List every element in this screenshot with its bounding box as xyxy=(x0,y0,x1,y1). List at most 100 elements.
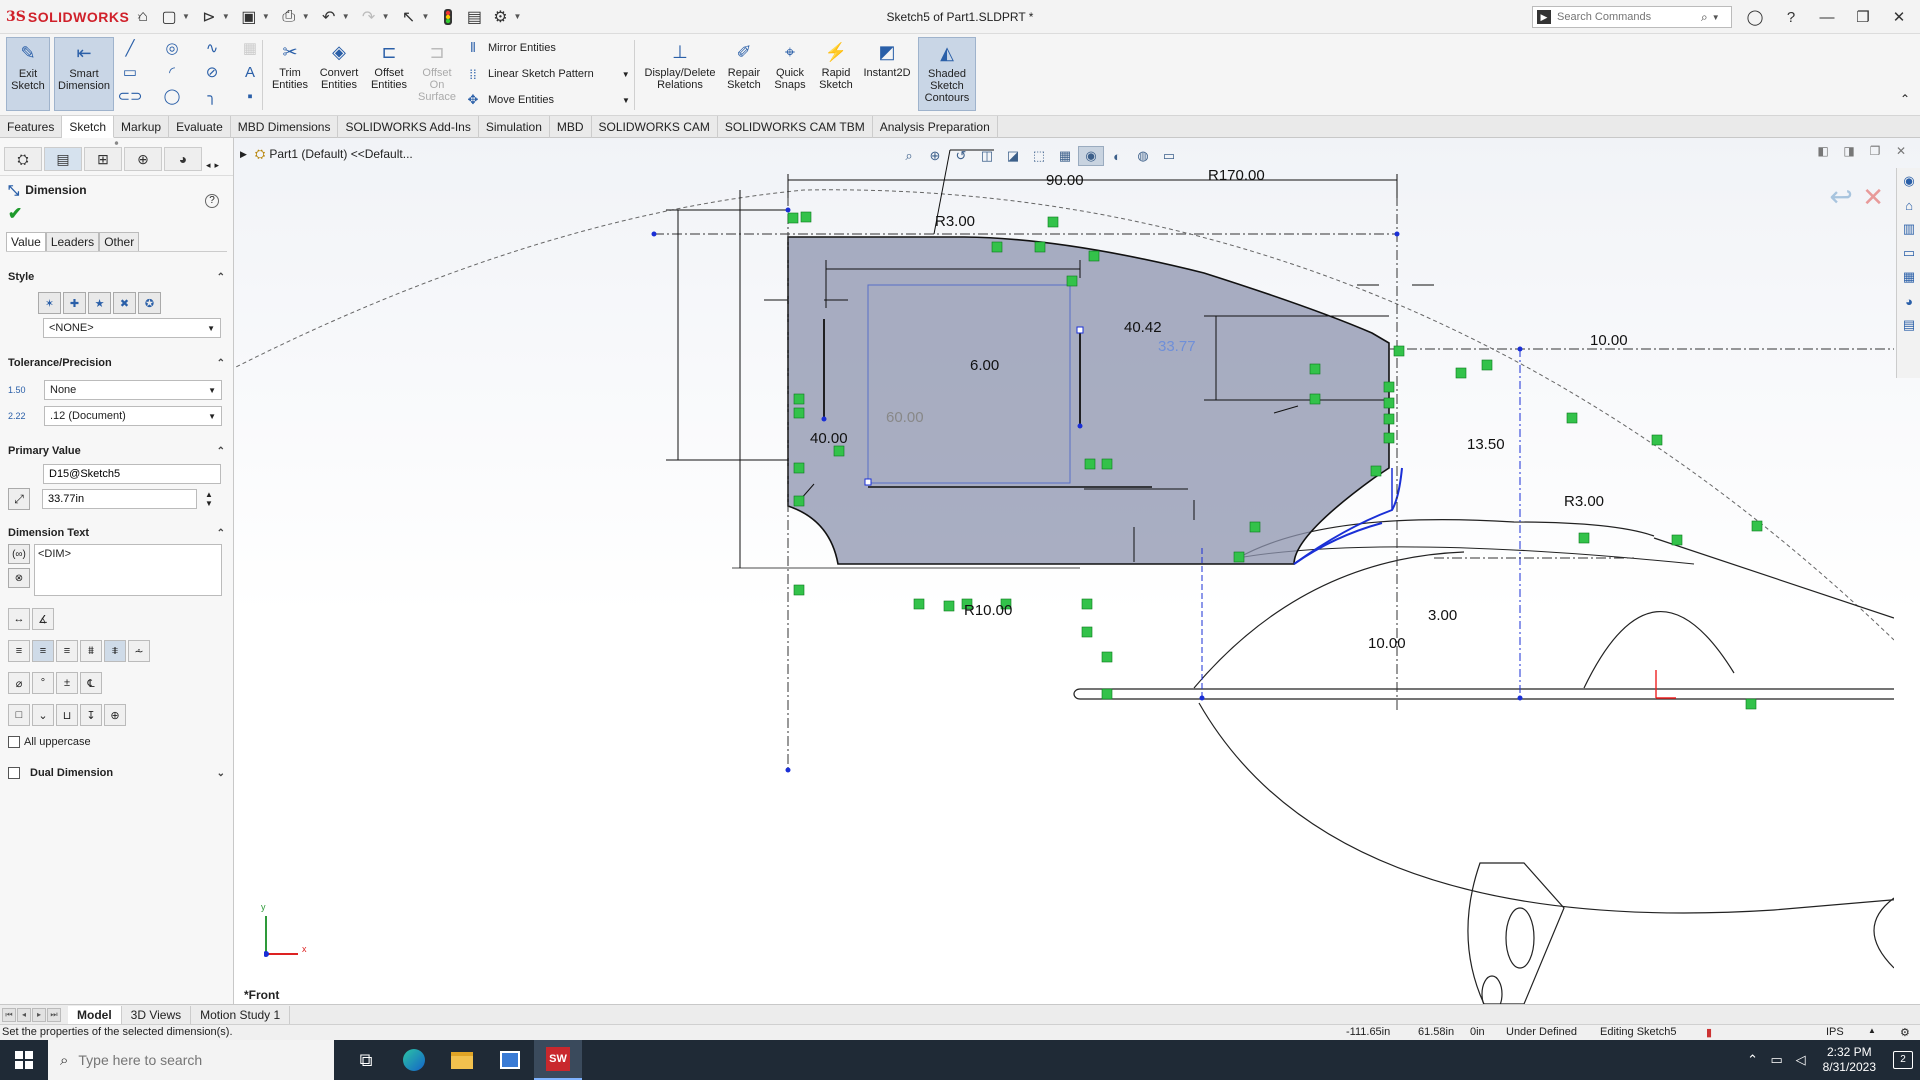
home-icon[interactable]: ⌂ xyxy=(1898,194,1920,216)
sketch-curve[interactable] xyxy=(1198,702,1894,914)
sketch-fillet-icon[interactable]: ▦ xyxy=(240,38,260,58)
display-manager-tab-icon[interactable]: ◕ xyxy=(164,147,202,171)
style-group-header[interactable]: Style ⌃ xyxy=(0,266,233,288)
add-style-icon[interactable]: ✚ xyxy=(63,292,86,314)
open-dropdown-icon[interactable]: ▼ xyxy=(222,12,230,21)
appearances-icon[interactable]: ◕ xyxy=(1898,290,1920,312)
show-hidden-icons-icon[interactable]: ⌃ xyxy=(1741,1052,1765,1068)
customize-status-icon[interactable]: ⚙ xyxy=(1900,1026,1910,1039)
polygon-icon[interactable]: ⊘ xyxy=(202,62,222,82)
apply-default-style-icon[interactable]: ✶ xyxy=(38,292,61,314)
configuration-manager-tab-icon[interactable]: ⊞ xyxy=(84,147,122,171)
unit-system[interactable]: IPS xyxy=(1826,1026,1844,1038)
tab-features[interactable]: Features xyxy=(0,116,63,138)
rail-line[interactable] xyxy=(1073,688,1894,700)
mechanism-hole[interactable] xyxy=(1481,975,1503,1004)
feature-manager-tab-icon[interactable]: ⛭ xyxy=(4,147,42,171)
spin-up-icon[interactable]: ▲ xyxy=(205,490,213,499)
select-icon[interactable]: ↖ xyxy=(396,4,422,30)
shaded-sketch-contours-button[interactable]: ◭ Shaded Sketch Contours xyxy=(918,37,976,111)
dim-10-bottom[interactable]: 10.00 xyxy=(1368,635,1406,652)
tab-motion-study-1[interactable]: Motion Study 1 xyxy=(191,1005,291,1024)
solidworks-resources-icon[interactable]: ◉ xyxy=(1898,170,1920,192)
search-dropdown-icon[interactable]: ▼ xyxy=(1712,13,1720,22)
redo-dropdown-icon[interactable]: ▼ xyxy=(382,12,390,21)
help-icon[interactable]: ? xyxy=(1776,4,1806,30)
linear-sketch-pattern-button[interactable]: ⁞⁞ Linear Sketch Pattern ▼ xyxy=(464,64,629,84)
dim-r170[interactable]: R170.00 xyxy=(1208,167,1265,184)
search-commands[interactable]: ▶ ⌕ ▼ xyxy=(1532,6,1732,28)
dim-33-77[interactable]: 33.77 xyxy=(1158,338,1196,355)
panel-scroll-right-icon[interactable]: ▸ xyxy=(215,160,220,171)
file-explorer-icon[interactable] xyxy=(438,1040,486,1080)
prev-tab-icon[interactable]: ◂ xyxy=(17,1007,31,1022)
quick-snaps-button[interactable]: ⌖ Quick Snaps xyxy=(768,37,812,111)
network-icon[interactable]: ▭ xyxy=(1765,1052,1789,1068)
units-dropdown-icon[interactable]: ▲ xyxy=(1868,1026,1876,1035)
offset-on-surface-button[interactable]: ⊐ Offset On Surface xyxy=(414,37,460,111)
trim-entities-button[interactable]: ✂ Trim Entities xyxy=(268,37,312,111)
dim-r10[interactable]: R10.00 xyxy=(964,602,1012,619)
value-spinner[interactable]: ▲ ▼ xyxy=(205,490,213,508)
plus-minus-symbol-icon[interactable]: ± xyxy=(56,672,78,694)
more-symbols-icon[interactable]: ⊕ xyxy=(104,704,126,726)
options-icon[interactable]: ⚙ xyxy=(487,4,513,30)
justify-center-icon[interactable]: ≡ xyxy=(32,640,54,662)
circle-icon[interactable]: ◎ xyxy=(162,38,182,58)
convert-entities-button[interactable]: ◈ Convert Entities xyxy=(314,37,364,111)
dimension-text-group-header[interactable]: Dimension Text ⌃ xyxy=(0,522,233,544)
dim-40[interactable]: 40.00 xyxy=(810,430,848,447)
tab-markup[interactable]: Markup xyxy=(114,116,170,138)
custom-properties-icon[interactable]: ▤ xyxy=(1898,314,1920,336)
slot-icon[interactable]: ⊂⊃ xyxy=(117,86,142,106)
update-style-icon[interactable]: ★ xyxy=(88,292,111,314)
search-icon[interactable]: ⌕ xyxy=(1701,10,1708,25)
ok-button[interactable]: ✔ xyxy=(0,204,233,228)
design-library-icon[interactable]: ▥ xyxy=(1898,218,1920,240)
start-button[interactable] xyxy=(0,1040,48,1080)
point-icon[interactable]: ▪ xyxy=(240,86,260,106)
select-dropdown-icon[interactable]: ▼ xyxy=(422,12,430,21)
exit-sketch-button[interactable]: ✎ Exit Sketch xyxy=(6,37,50,111)
tab-solidworks-add-ins[interactable]: SOLIDWORKS Add-Ins xyxy=(338,116,479,138)
tab-sketch[interactable]: Sketch xyxy=(62,116,115,138)
dim-3[interactable]: 3.00 xyxy=(1428,607,1457,624)
tolerance-type-select[interactable]: None ▼ xyxy=(44,380,222,400)
collapse-icon[interactable]: ⌃ xyxy=(217,446,225,457)
mechanism-part[interactable] xyxy=(1873,897,1894,969)
degree-symbol-icon[interactable]: ° xyxy=(32,672,54,694)
dim-13-50[interactable]: 13.50 xyxy=(1467,436,1505,453)
search-commands-input[interactable] xyxy=(1557,11,1697,23)
rectangle-icon[interactable]: ▭ xyxy=(120,62,140,82)
edge-icon[interactable] xyxy=(390,1040,438,1080)
collapse-icon[interactable]: ⌃ xyxy=(217,528,225,539)
move-entities-button[interactable]: ✥ Move Entities ▼ xyxy=(464,90,630,110)
clock[interactable]: 2:32 PM 8/31/2023 xyxy=(1823,1045,1876,1075)
dual-dimension-group-header[interactable]: Dual Dimension ⌄ xyxy=(0,762,233,784)
counterbore-symbol-icon[interactable]: ⊔ xyxy=(56,704,78,726)
collapse-icon[interactable]: ⌃ xyxy=(217,358,225,369)
restore-button[interactable]: ❐ xyxy=(1848,4,1878,30)
dim-xpert-tab-icon[interactable]: ⊕ xyxy=(124,147,162,171)
graphics-area[interactable]: ▶ ⛭ Part1 (Default) <<Default... ⌕ ⊕ ↺ ◫… xyxy=(234,138,1920,1004)
file-properties-icon[interactable]: ▤ xyxy=(461,4,487,30)
smart-dimension-button[interactable]: ⇤ Smart Dimension xyxy=(54,37,114,111)
tolerance-group-header[interactable]: Tolerance/Precision ⌃ xyxy=(0,352,233,374)
tab-mbd-dimensions[interactable]: MBD Dimensions xyxy=(231,116,339,138)
save-icon[interactable]: ▣ xyxy=(236,4,262,30)
delete-style-icon[interactable]: ✖ xyxy=(113,292,136,314)
text-middle-icon[interactable]: ⩨ xyxy=(104,640,126,662)
dim-r3-right[interactable]: R3.00 xyxy=(1564,493,1604,510)
sketch-curve[interactable] xyxy=(1193,551,1465,689)
solidworks-taskbar-icon[interactable]: SW xyxy=(534,1040,582,1080)
dim-60[interactable]: 60.00 xyxy=(886,409,924,426)
tab-solidworks-cam-tbm[interactable]: SOLIDWORKS CAM TBM xyxy=(718,116,873,138)
rapid-sketch-button[interactable]: ⚡ Rapid Sketch xyxy=(814,37,858,111)
add-parentheses-icon[interactable]: (∞) xyxy=(8,544,30,564)
pm-tab-leaders[interactable]: Leaders xyxy=(45,232,100,251)
print-dropdown-icon[interactable]: ▼ xyxy=(302,12,310,21)
text-bottom-icon[interactable]: ⩪ xyxy=(128,640,150,662)
panel-scroll-left-icon[interactable]: ◂ xyxy=(206,160,211,171)
file-explorer-icon[interactable]: ▭ xyxy=(1898,242,1920,264)
justify-left-icon[interactable]: ≡ xyxy=(8,640,30,662)
